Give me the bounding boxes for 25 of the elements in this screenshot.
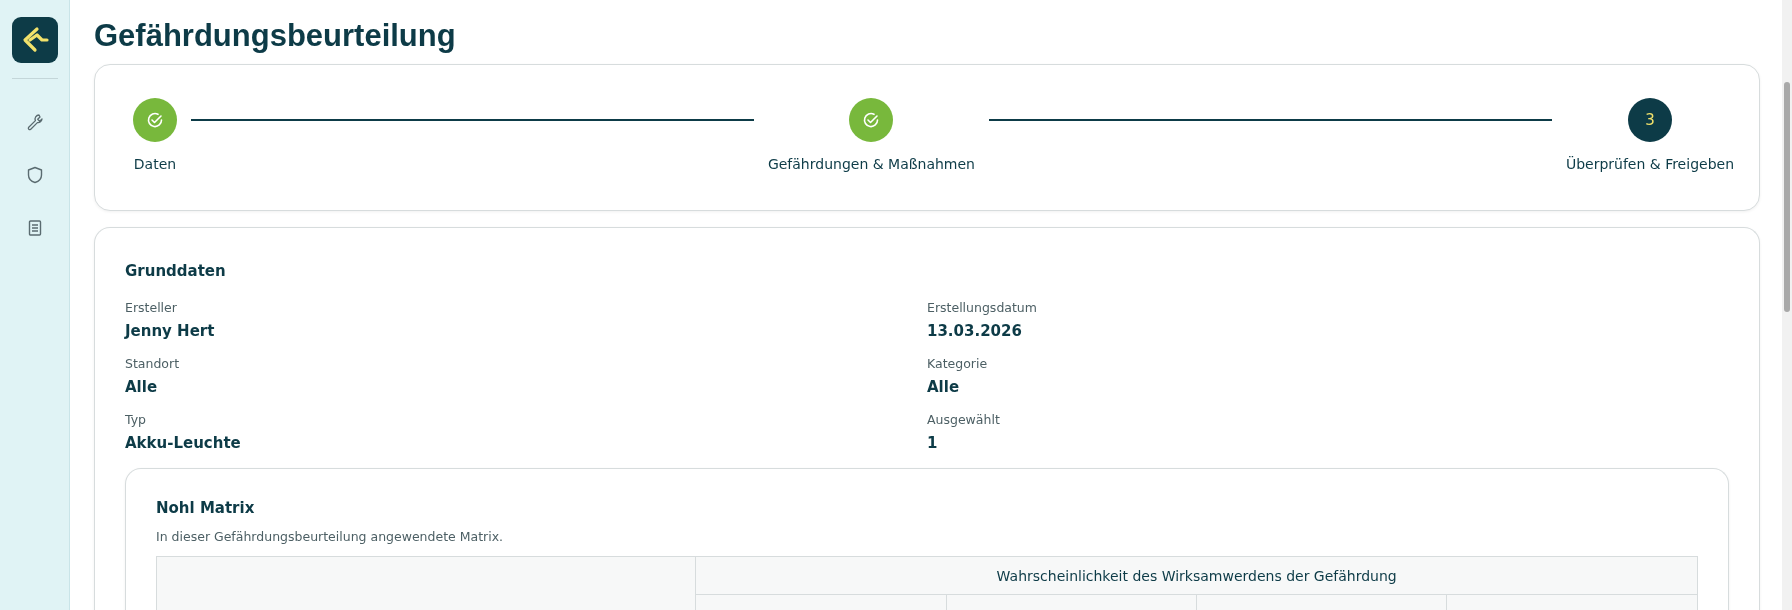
scrollbar[interactable] [1782,0,1792,610]
step-label: Daten [133,156,177,172]
section-heading: Nohl Matrix [156,499,256,517]
field-label: Standort [125,356,181,371]
field-label: Ersteller [125,300,178,315]
column-header: Wahrscheinlichkeit des Wirksamwerdens der Gefährdung [695,556,1698,595]
field-label: Erstellungsdatum [927,300,1038,315]
field-value: Alle [927,378,961,396]
check-step-icon [133,98,177,142]
section-description: In dieser Gefährdungsbeurteilung angewendete Matrix. [156,529,505,544]
field-label: Ausgewählt [927,412,1001,427]
field-value: 13.03.2026 [927,322,1023,340]
step-label: Gefährdungen & Maßnahmen [767,156,975,172]
field-value: 1 [927,434,939,452]
step-label: Überprüfen & Freigeben [1565,156,1734,172]
field-value: Akku-Leuchte [125,434,242,452]
step-number: 3 [1627,98,1672,142]
field-value: Alle [125,378,159,396]
field-value: Jenny Hert [125,322,216,340]
logo-icon[interactable] [11,17,58,63]
field-label: Kategorie [927,356,989,371]
page-title: Gefährdungsbeurteilung [94,18,457,54]
field-label: Typ [125,412,148,427]
section-heading: Grunddaten [125,262,227,280]
check-step-icon [849,98,894,142]
